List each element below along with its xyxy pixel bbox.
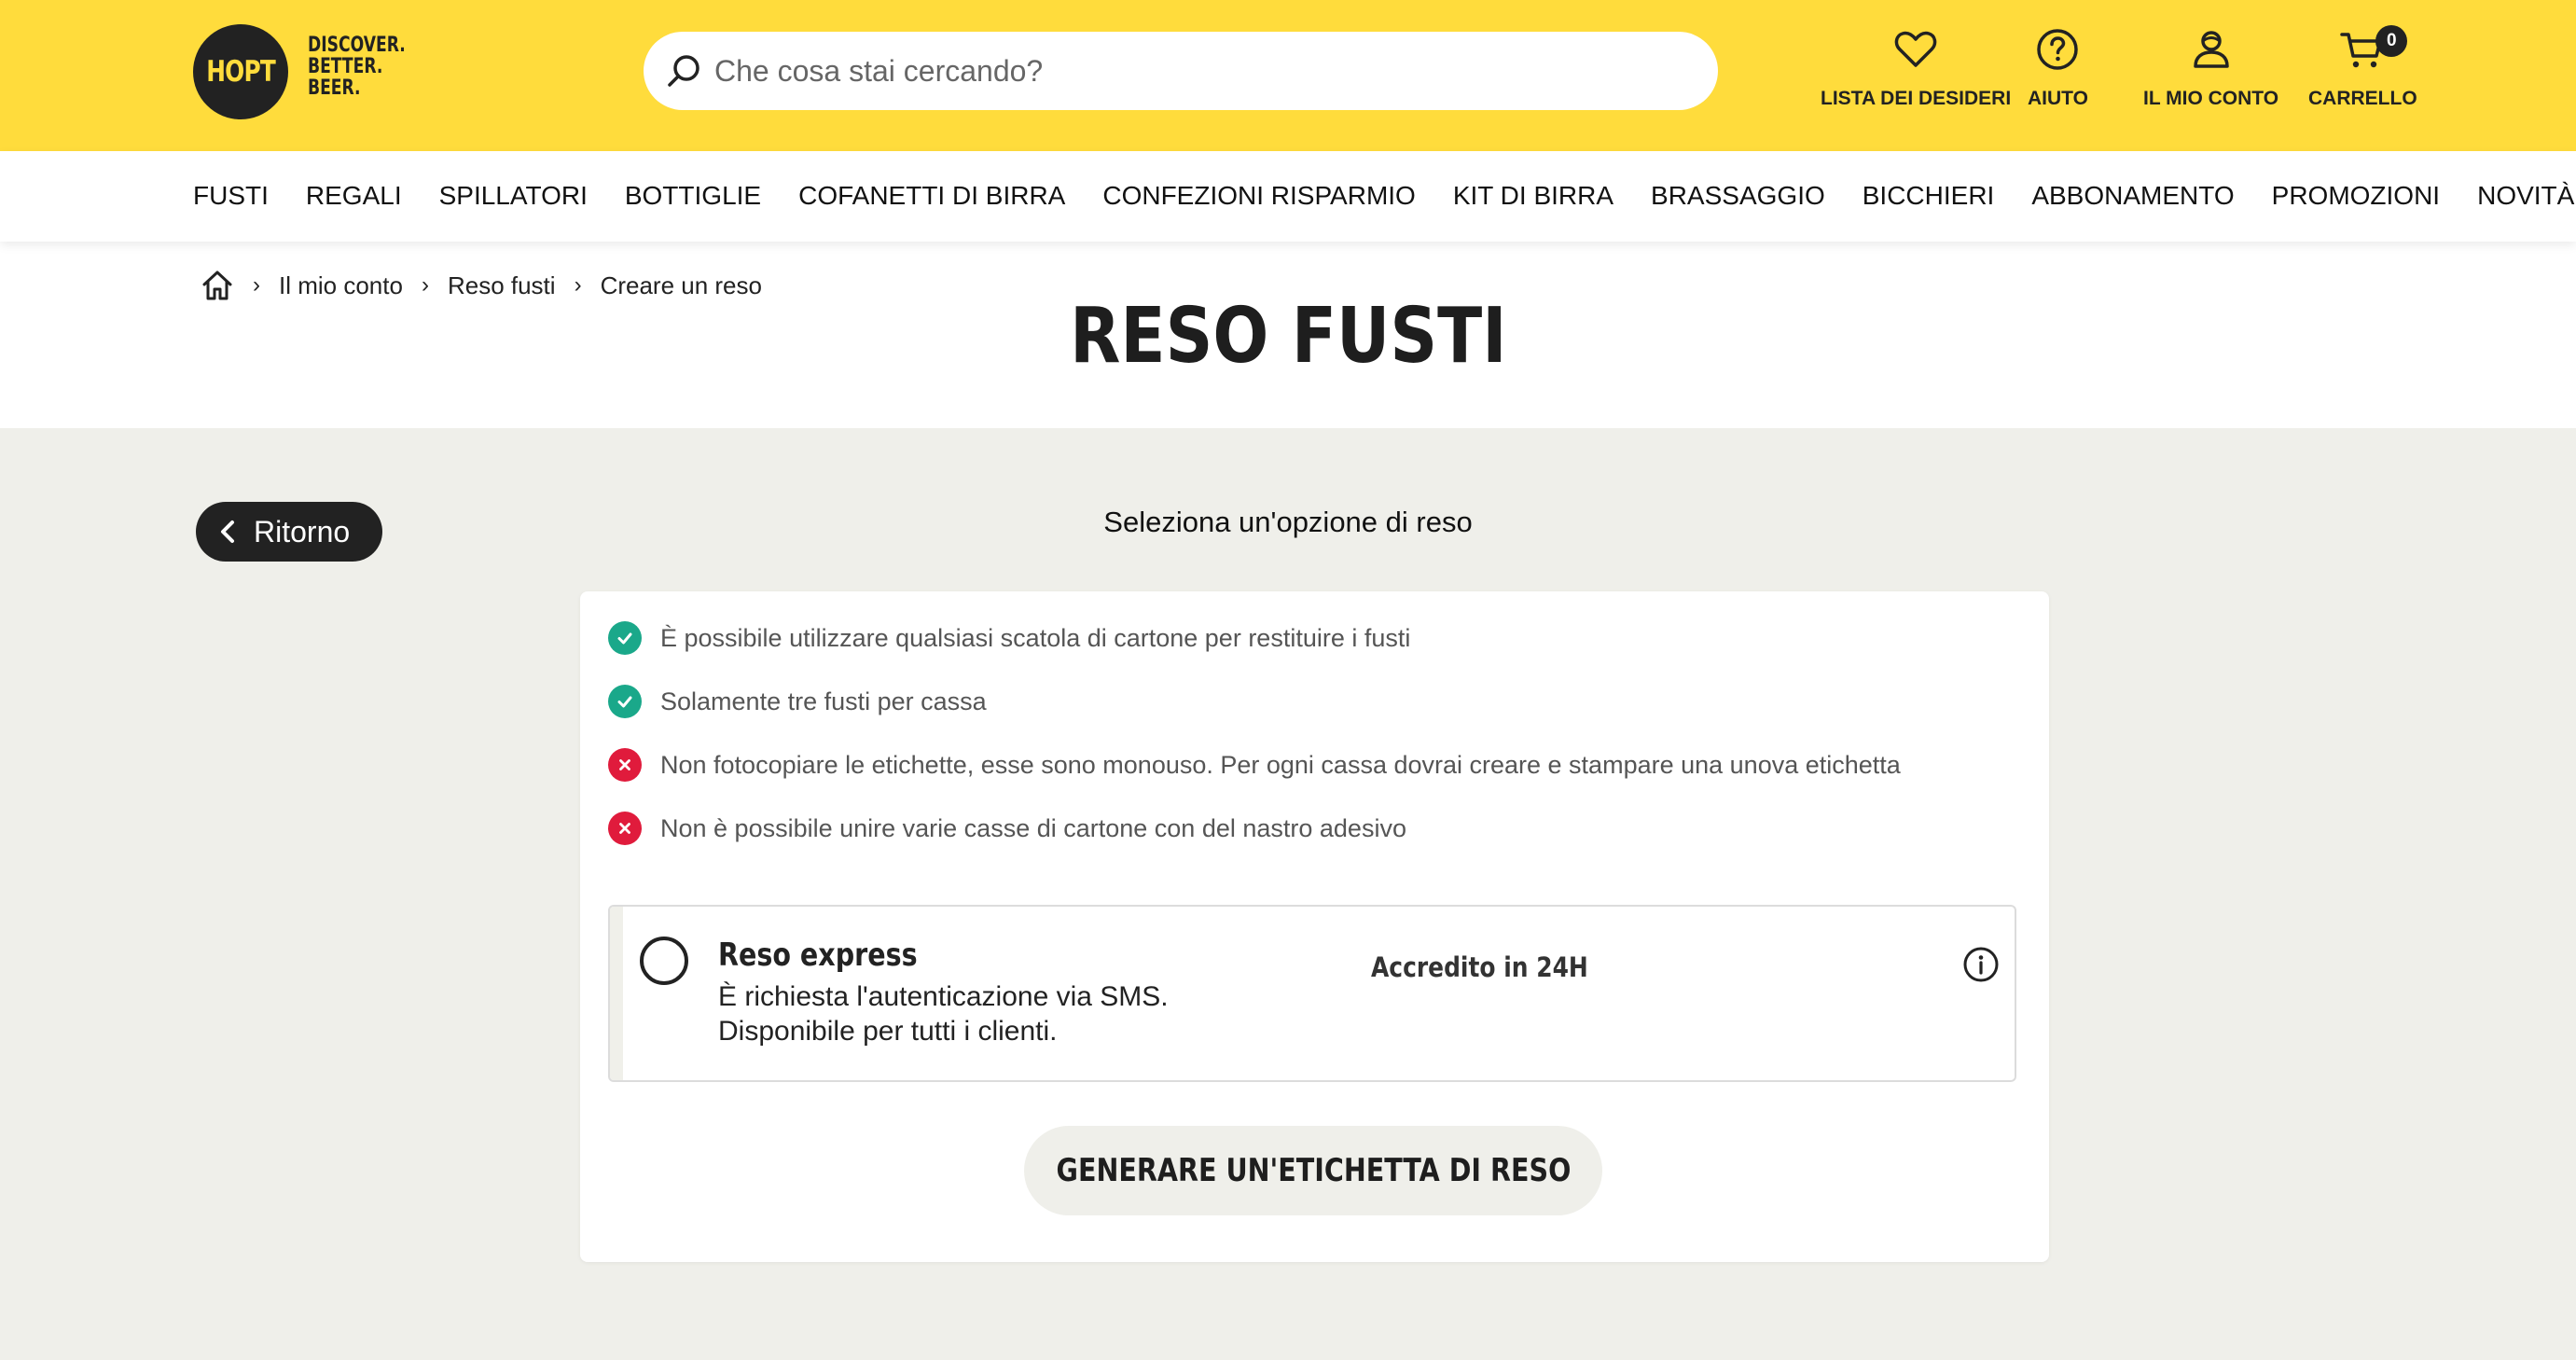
nav-item-brassaggio[interactable]: BRASSAGGIO xyxy=(1651,181,1825,211)
generate-return-label-text: GENERARE UN'ETICHETTA DI RESO xyxy=(1056,1152,1571,1189)
rule-item: Solamente tre fusti per cassa xyxy=(608,685,987,718)
cross-icon xyxy=(608,812,642,845)
option-description-line: Disponibile per tutti i clienti. xyxy=(718,1016,1058,1047)
option-name: Reso express xyxy=(718,937,918,974)
title-area: › Il mio conto › Reso fusti › Creare un … xyxy=(0,242,2576,428)
rule-text: Non è possibile unire varie casse di car… xyxy=(660,813,1406,842)
help-label: AIUTO xyxy=(2028,88,2088,109)
option-credit-time: Accredito in 24H xyxy=(1371,951,1588,983)
rule-text: Solamente tre fusti per cassa xyxy=(660,687,987,715)
rule-item: Non fotocopiare le etichette, esse sono … xyxy=(608,748,1901,782)
account-button[interactable]: IL MIO CONTO xyxy=(2143,26,2278,110)
wishlist-label: LISTA DEI DESIDERI xyxy=(1821,88,2012,109)
account-label: IL MIO CONTO xyxy=(2143,88,2279,109)
rule-item: Non è possibile unire varie casse di car… xyxy=(608,812,1406,845)
site-header: HOPT DISCOVER. BETTER. BEER. LISTA DEI D… xyxy=(0,0,2576,151)
hopt-logo[interactable]: HOPT xyxy=(193,24,288,119)
nav-item-novita[interactable]: NOVITÀ xyxy=(2477,181,2574,211)
user-icon xyxy=(2193,31,2229,68)
info-icon[interactable] xyxy=(1962,946,2000,983)
nav-item-bicchieri[interactable]: BICCHIERI xyxy=(1863,181,1995,211)
return-option-express[interactable]: Reso express È richiesta l'autenticazion… xyxy=(608,905,2016,1082)
nav-item-confezioni[interactable]: CONFEZIONI RISPARMIO xyxy=(1102,181,1416,211)
search-icon[interactable] xyxy=(662,49,705,92)
search-bar[interactable] xyxy=(644,32,1718,110)
option-stripe xyxy=(610,907,623,1080)
rule-text: Non fotocopiare le etichette, esse sono … xyxy=(660,750,1901,779)
nav-item-regali[interactable]: REGALI xyxy=(306,181,402,211)
tagline-line: BEER. xyxy=(308,76,361,100)
option-description: È richiesta l'autenticazione via SMS. Di… xyxy=(718,979,1169,1048)
heart-icon xyxy=(1894,31,1937,67)
nav-item-kit[interactable]: KIT DI BIRRA xyxy=(1453,181,1613,211)
cross-icon xyxy=(608,748,642,782)
nav-item-bottiglie[interactable]: BOTTIGLIE xyxy=(625,181,761,211)
main-nav: FUSTI REGALI SPILLATORI BOTTIGLIE COFANE… xyxy=(0,151,2576,242)
nav-item-cofanetti[interactable]: COFANETTI DI BIRRA xyxy=(798,181,1065,211)
cart-label: CARRELLO xyxy=(2308,88,2417,109)
option-description-line: È richiesta l'autenticazione via SMS. xyxy=(718,981,1169,1012)
page-title: RESO FUSTI xyxy=(0,292,2576,381)
nav-item-abbonamento[interactable]: ABBONAMENTO xyxy=(2031,181,2234,211)
cart-count-badge: 0 xyxy=(2375,25,2408,57)
nav-item-fusti[interactable]: FUSTI xyxy=(193,181,269,211)
tagline-line: BETTER. xyxy=(308,55,383,78)
section-subtitle: Seleziona un'opzione di reso xyxy=(1103,506,1473,538)
cart-button[interactable]: 0 CARRELLO xyxy=(2308,25,2417,110)
nav-item-spillatori[interactable]: SPILLATORI xyxy=(439,181,588,211)
page-title-text: RESO FUSTI xyxy=(1069,292,1507,381)
tagline: DISCOVER. BETTER. BEER. xyxy=(308,35,406,99)
generate-return-label-button[interactable]: GENERARE UN'ETICHETTA DI RESO xyxy=(1024,1126,1602,1215)
check-icon xyxy=(608,685,642,718)
help-icon xyxy=(2037,29,2079,70)
wishlist-button[interactable]: LISTA DEI DESIDERI xyxy=(1821,26,2011,110)
rule-item: È possibile utilizzare qualsiasi scatola… xyxy=(608,621,1410,655)
logo-text: HOPT xyxy=(206,55,276,89)
check-icon xyxy=(608,621,642,655)
tagline-line: DISCOVER. xyxy=(308,34,406,57)
return-options-card: È possibile utilizzare qualsiasi scatola… xyxy=(580,591,2049,1262)
nav-item-promozioni[interactable]: PROMOZIONI xyxy=(2272,181,2440,211)
search-input[interactable] xyxy=(714,53,1647,89)
help-button[interactable]: AIUTO xyxy=(2028,26,2088,110)
option-radio[interactable] xyxy=(640,937,688,985)
rule-text: È possibile utilizzare qualsiasi scatola… xyxy=(660,623,1411,652)
